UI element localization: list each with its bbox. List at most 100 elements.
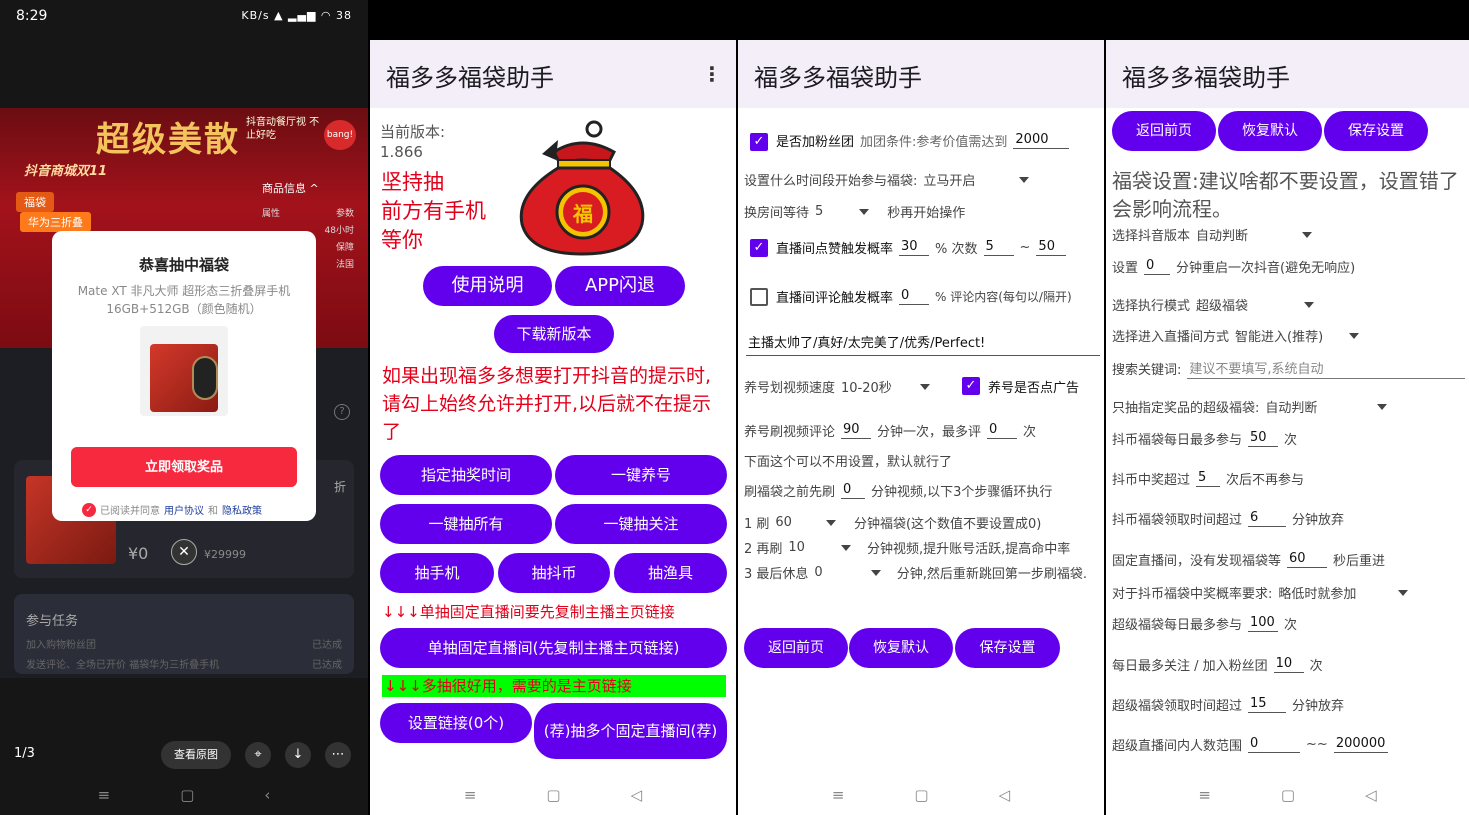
- back-nav-icon[interactable]: ◁: [631, 786, 643, 804]
- coin-daily-field[interactable]: 50: [1248, 430, 1279, 447]
- keyword-input[interactable]: 建议不要填写,系统自动: [1187, 358, 1466, 379]
- menu-nav-icon[interactable]: ≡: [98, 786, 111, 804]
- step2-select[interactable]: 10: [788, 540, 805, 555]
- prize-filter-select[interactable]: 自动判断: [1265, 397, 1317, 416]
- scan-icon[interactable]: ⌖: [245, 742, 271, 768]
- reset-button[interactable]: 恢复默认: [1218, 111, 1322, 151]
- coin-win-suffix: 次后不再参与: [1226, 473, 1305, 488]
- dropdown-arrow-icon[interactable]: [859, 208, 870, 215]
- dropdown-arrow-icon[interactable]: [919, 383, 930, 390]
- restart-interval-field[interactable]: 0: [1144, 258, 1171, 275]
- like-checkbox[interactable]: ✓: [750, 239, 768, 257]
- one-click-raise-button[interactable]: 一键养号: [555, 455, 727, 495]
- product-info-toggle[interactable]: 商品信息 ^: [262, 180, 319, 196]
- download-new-version-button[interactable]: 下载新版本: [494, 315, 614, 353]
- privacy-policy-link[interactable]: 隐私政策: [222, 502, 262, 517]
- task-row: 加入购物粉丝团 已达成: [26, 640, 342, 651]
- close-icon[interactable]: ✕: [171, 539, 197, 565]
- start-time-select[interactable]: 立马开启: [923, 170, 975, 189]
- coin-prob-select[interactable]: 略低时就参加: [1278, 583, 1356, 602]
- step1-select[interactable]: 60: [775, 515, 792, 530]
- overflow-menu-icon[interactable]: ⋮: [702, 62, 722, 86]
- user-agreement-link[interactable]: 用户协议: [164, 502, 204, 517]
- mode-select[interactable]: 超级福袋: [1196, 295, 1248, 314]
- video-comment-max-field[interactable]: 0: [987, 422, 1018, 439]
- dropdown-arrow-icon[interactable]: [1349, 332, 1360, 339]
- save-button[interactable]: 保存设置: [955, 628, 1060, 668]
- home-nav-icon[interactable]: ▢: [1281, 786, 1295, 804]
- set-links-button[interactable]: 设置链接(0个): [380, 703, 532, 743]
- super-time-field[interactable]: 15: [1248, 696, 1287, 713]
- reset-button[interactable]: 恢复默认: [849, 628, 953, 668]
- comment-content-field[interactable]: 主播太帅了/真好/太完美了/优秀/Perfect!: [746, 332, 1100, 356]
- step3-select[interactable]: 0: [814, 565, 822, 580]
- system-nav: ≡ ▢ ‹: [0, 786, 368, 804]
- task-row: 发送评论、全场已开价 福袋华为三折叠手机 已达成: [26, 660, 342, 671]
- dropdown-arrow-icon[interactable]: [1302, 231, 1313, 238]
- range-max-field[interactable]: 200000: [1333, 736, 1388, 753]
- menu-nav-icon[interactable]: ≡: [1198, 786, 1211, 804]
- fixed-room-field[interactable]: 60: [1287, 551, 1328, 568]
- ad-checkbox[interactable]: ✓: [962, 377, 980, 395]
- help-icon[interactable]: ?: [334, 404, 350, 420]
- phone-camera-icon: [192, 356, 218, 400]
- home-nav-icon[interactable]: ▢: [546, 786, 560, 804]
- like-prob-field[interactable]: 30: [899, 239, 930, 256]
- home-nav-icon[interactable]: ▢: [914, 786, 928, 804]
- dropdown-arrow-icon[interactable]: [840, 544, 851, 551]
- back-nav-icon[interactable]: ◁: [1365, 786, 1377, 804]
- like-mid: % 次数: [935, 242, 978, 257]
- view-original-button[interactable]: 查看原图: [161, 741, 231, 769]
- popup-description: Mate XT 非凡大师 超形态三折叠屏手机 16GB+512GB（颜色随机）: [77, 284, 291, 316]
- single-room-button[interactable]: 单抽固定直播间(先复制主播主页链接): [380, 628, 727, 668]
- one-click-draw-all-button[interactable]: 一键抽所有: [380, 504, 552, 544]
- fans-club-checkbox[interactable]: ✓: [750, 133, 768, 151]
- menu-nav-icon[interactable]: ≡: [832, 786, 845, 804]
- range-min-field[interactable]: 0: [1248, 736, 1301, 753]
- multi-room-button[interactable]: (荐)抽多个固定直播间(荐): [534, 703, 727, 759]
- app-crash-button[interactable]: APP闪退: [555, 266, 685, 306]
- download-icon[interactable]: ↓: [285, 742, 311, 768]
- dropdown-arrow-icon[interactable]: [870, 569, 881, 576]
- speed-select[interactable]: 10-20秒: [841, 377, 892, 396]
- comment-checkbox[interactable]: [750, 288, 768, 306]
- home-nav-icon[interactable]: ▢: [180, 786, 194, 804]
- manual-button[interactable]: 使用说明: [423, 266, 552, 306]
- super-daily-field[interactable]: 100: [1248, 615, 1279, 632]
- save-button[interactable]: 保存设置: [1324, 111, 1428, 151]
- draw-phone-button[interactable]: 抽手机: [380, 553, 494, 593]
- like-min-field[interactable]: 5: [983, 239, 1014, 256]
- set-draw-time-button[interactable]: 指定抽奖时间: [380, 455, 552, 495]
- more-icon[interactable]: ⋯: [325, 742, 351, 768]
- like-max-field[interactable]: 50: [1036, 239, 1067, 256]
- enter-mode-select[interactable]: 智能进入(推荐): [1235, 326, 1323, 345]
- ad-label: 养号是否点广告: [988, 381, 1080, 396]
- coin-time-field[interactable]: 6: [1248, 510, 1287, 527]
- follow-limit-field[interactable]: 10: [1273, 656, 1304, 673]
- dropdown-arrow-icon[interactable]: [1398, 589, 1409, 596]
- video-comment-interval-field[interactable]: 90: [841, 422, 872, 439]
- claim-prize-button[interactable]: 立即领取奖品: [71, 447, 297, 487]
- dropdown-arrow-icon[interactable]: [1019, 176, 1030, 183]
- comment-prob-field[interactable]: 0: [899, 288, 930, 305]
- dropdown-arrow-icon[interactable]: [1377, 403, 1388, 410]
- room-wait-select[interactable]: 5: [815, 204, 823, 219]
- keyword-label: 搜索关键词:: [1112, 363, 1182, 378]
- fans-value-field[interactable]: 2000: [1013, 132, 1070, 149]
- status-icons: KB/s ▲ ▂▄▆ ◠ 38: [241, 9, 352, 22]
- dropdown-arrow-icon[interactable]: [1304, 301, 1315, 308]
- back-button[interactable]: 返回前页: [744, 628, 848, 668]
- back-button[interactable]: 返回前页: [1112, 111, 1216, 151]
- coin-win-field[interactable]: 5: [1196, 470, 1221, 487]
- douyin-version-select[interactable]: 自动判断: [1196, 225, 1248, 244]
- back-nav-icon[interactable]: ◁: [999, 786, 1011, 804]
- pre-value-field[interactable]: 0: [841, 482, 866, 499]
- step2-suffix: 分钟视频,提升账号活跃,提高命中率: [866, 542, 1071, 557]
- agree-check-icon[interactable]: ✓: [82, 502, 96, 517]
- menu-nav-icon[interactable]: ≡: [464, 786, 477, 804]
- back-nav-icon[interactable]: ‹: [264, 786, 270, 804]
- draw-coin-button[interactable]: 抽抖币: [498, 553, 610, 593]
- dropdown-arrow-icon[interactable]: [825, 519, 836, 526]
- one-click-draw-follow-button[interactable]: 一键抽关注: [555, 504, 727, 544]
- draw-fishing-gear-button[interactable]: 抽渔具: [614, 553, 727, 593]
